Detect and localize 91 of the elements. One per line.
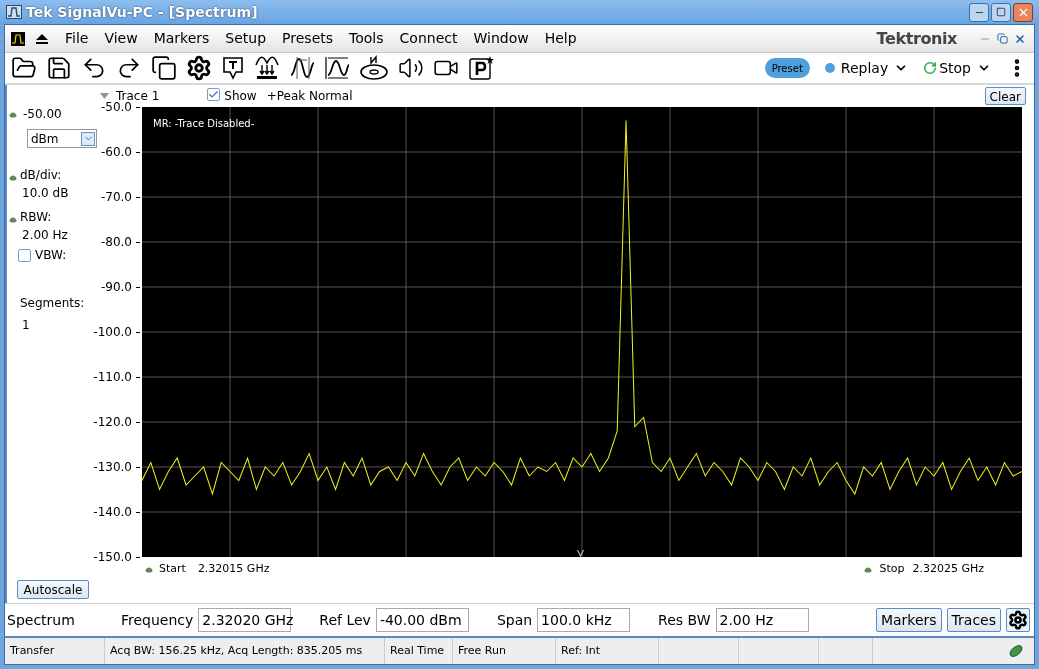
- y-axis-label: -100.0: [93, 325, 132, 339]
- unit-dropdown[interactable]: dBm: [27, 129, 97, 148]
- center-marker-icon: [577, 549, 584, 557]
- status-cell: Free Run: [453, 638, 556, 664]
- minimize-button[interactable]: [969, 2, 989, 22]
- autoscale-button[interactable]: Autoscale: [17, 580, 89, 599]
- restore-icon[interactable]: [997, 33, 1008, 44]
- close-icon[interactable]: [1014, 32, 1026, 45]
- status-cell: Acq BW: 156.25 kHz, Acq Length: 835.205 ms: [105, 638, 385, 664]
- maximize-icon: [996, 7, 1006, 17]
- close-button[interactable]: [1013, 2, 1033, 22]
- dropdown-caret-icon: [81, 131, 95, 146]
- field-label: Frequency: [121, 610, 194, 630]
- y-axis-label: -60.0: [100, 145, 132, 159]
- preset-p-icon[interactable]: [468, 55, 494, 81]
- status-cell: Real Time: [385, 638, 453, 664]
- start-frequency[interactable]: 2.32015 GHz: [197, 561, 270, 578]
- rbw-value[interactable]: 2.00 Hz: [22, 226, 68, 244]
- db-div-label: dB/div:: [20, 167, 63, 184]
- y-axis-label: -120.0: [93, 415, 132, 429]
- replay-button[interactable]: Replay: [824, 57, 909, 79]
- db-div-value[interactable]: 10.0 dB: [22, 184, 69, 202]
- vbw-checkbox[interactable]: [18, 248, 31, 262]
- rbw-label: RBW:: [20, 209, 53, 226]
- peak-arrows-icon[interactable]: [254, 55, 280, 81]
- knob-icon[interactable]: [864, 566, 873, 573]
- field-input[interactable]: 100.0 kHz: [537, 608, 631, 632]
- stop-label: Stop: [879, 561, 905, 578]
- settings-icon[interactable]: [1006, 608, 1030, 632]
- gear-icon[interactable]: [186, 55, 212, 81]
- field-input[interactable]: 2.32020 GHz: [198, 608, 292, 632]
- start-label: Start: [159, 561, 186, 578]
- field-input[interactable]: -40.00 dBm: [375, 608, 469, 632]
- menu-item[interactable]: Markers: [153, 28, 210, 49]
- preset-button[interactable]: Preset: [764, 58, 810, 78]
- menu-item[interactable]: Presets: [282, 28, 334, 49]
- show-label: Show: [224, 88, 257, 105]
- menu-item[interactable]: Help: [544, 28, 577, 49]
- vbw-label: VBW:: [35, 247, 67, 264]
- refresh-icon: [923, 61, 938, 75]
- stop-frequency[interactable]: 2.32025 GHz: [912, 561, 984, 578]
- y-axis-label: -70.0: [100, 190, 132, 204]
- collapse-icon[interactable]: [100, 93, 109, 99]
- field-label: Res BW: [658, 610, 711, 630]
- connection-icon: [1008, 643, 1024, 659]
- show-checkbox[interactable]: [207, 88, 221, 101]
- y-axis-label: -50.0: [100, 100, 132, 114]
- brand-logo: Tektronix: [876, 27, 957, 50]
- y-axis-label: -80.0: [100, 235, 132, 249]
- menu-item[interactable]: File: [65, 28, 89, 49]
- menu-item[interactable]: Window: [473, 28, 529, 49]
- status-cell: Ref: Int: [556, 638, 659, 664]
- marker-readout: MR: -Trace Disabled-: [153, 117, 255, 131]
- windows-icon[interactable]: [151, 55, 177, 81]
- y-axis-label: -140.0: [93, 505, 132, 519]
- wave-level-icon[interactable]: [324, 55, 350, 81]
- field-label: Ref Lev: [319, 610, 371, 630]
- segments-label: Segments:: [20, 295, 86, 312]
- wave-span-icon[interactable]: [289, 55, 315, 81]
- segments-value: 1: [22, 317, 31, 334]
- stop-button[interactable]: Stop: [923, 57, 991, 79]
- menu-item[interactable]: View: [104, 28, 138, 49]
- y-axis-label: -150.0: [93, 550, 132, 564]
- folder-icon[interactable]: [11, 55, 37, 81]
- clear-button[interactable]: Clear: [984, 87, 1026, 105]
- y-axis-label: -110.0: [93, 370, 132, 384]
- menu-item[interactable]: Setup: [225, 28, 267, 49]
- detection-label: +Peak Normal: [266, 88, 353, 105]
- save-icon[interactable]: [46, 55, 72, 81]
- knob-icon[interactable]: [9, 110, 17, 118]
- y-axis-label: -130.0: [93, 460, 132, 474]
- disc-icon[interactable]: [359, 55, 389, 81]
- app-icon: [6, 5, 22, 19]
- panel-button[interactable]: Traces: [946, 608, 1001, 632]
- knob-icon[interactable]: [145, 566, 153, 573]
- knob-icon[interactable]: [9, 216, 17, 223]
- panel-button[interactable]: Markers: [875, 608, 942, 632]
- trace-app-icon[interactable]: [11, 31, 25, 46]
- knob-icon[interactable]: [9, 174, 17, 181]
- status-cell: Transfer: [5, 638, 105, 664]
- view-title: Spectrum: [7, 610, 76, 630]
- field-input[interactable]: 2.00 Hz: [715, 608, 809, 632]
- field-label: Span: [496, 610, 533, 630]
- y-axis-label: -90.0: [100, 280, 132, 294]
- eject-icon[interactable]: [35, 32, 49, 45]
- menu-item[interactable]: Tools: [349, 28, 384, 49]
- ref-level-value[interactable]: -50.00: [23, 105, 62, 123]
- menu-item[interactable]: Connect: [399, 28, 458, 49]
- text-marker-icon[interactable]: [221, 55, 245, 81]
- window-title: Tek SignalVu-PC - [Spectrum]: [26, 2, 258, 22]
- maximize-button[interactable]: [991, 2, 1011, 22]
